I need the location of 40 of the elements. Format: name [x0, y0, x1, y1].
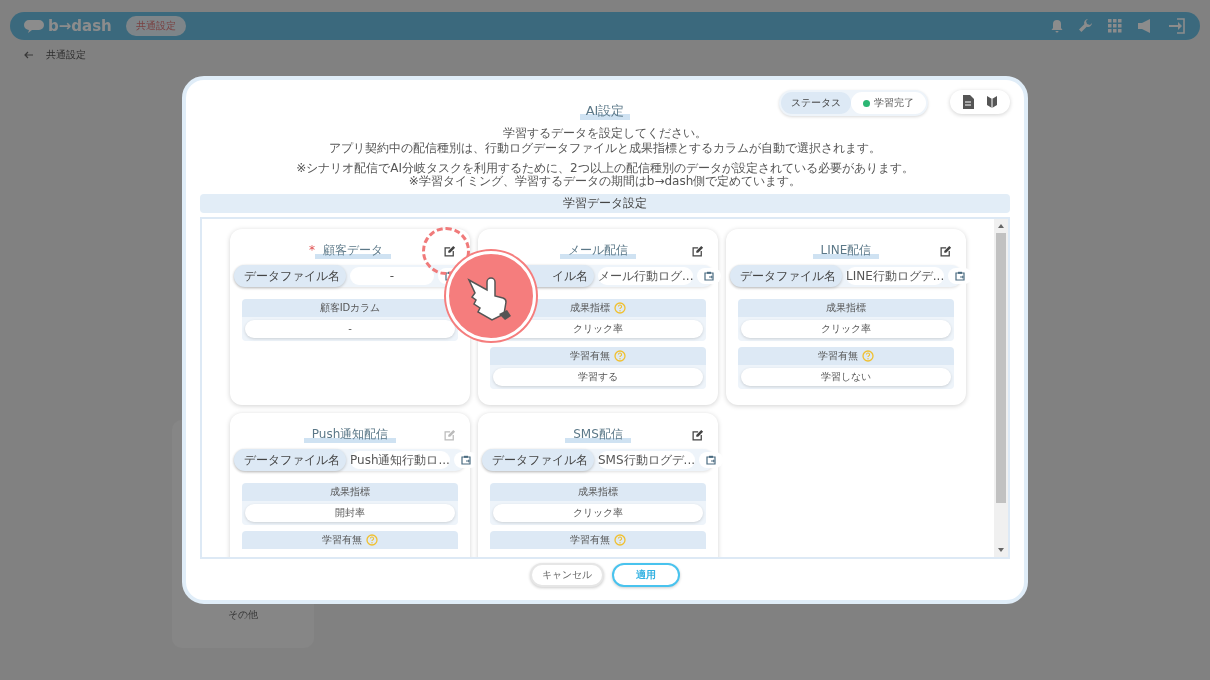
description-text: アプリ契約中の配信種別は、行動ログデータファイルと成果指標とするカラムが自動で選択されます。	[328, 141, 882, 156]
file-name-field: LINE行動ログデ...	[846, 267, 945, 285]
select-field[interactable]: 学習しない	[741, 368, 951, 386]
select-field[interactable]: 開封率	[245, 504, 455, 522]
note-text: ※学習タイミング、学習するデータの期間はb→dash側で定めています。	[408, 175, 803, 188]
required-mark: *	[309, 243, 315, 257]
card-title: Push通知配信	[303, 425, 397, 443]
file-name-field: メール行動ログ...	[598, 267, 694, 285]
select-field[interactable]: -	[245, 320, 455, 338]
field-label: 学習有無	[570, 533, 610, 547]
file-name-field: SMS行動ログデ...	[598, 451, 696, 469]
card-title: メール配信	[560, 241, 636, 259]
cancel-button[interactable]: キャンセル	[530, 562, 604, 587]
file-name-field: Push通知行動ロ...	[350, 451, 450, 469]
file-label: データファイル名	[730, 265, 842, 287]
section-header: 学習データ設定	[200, 194, 1010, 213]
dialog-title: AI設定	[579, 102, 631, 120]
field-label: 成果指標	[826, 301, 866, 315]
field-label: 成果指標	[330, 485, 370, 499]
file-label: データファイル名	[234, 265, 346, 287]
field-label: 顧客IDカラム	[319, 301, 381, 315]
field-label: 成果指標	[570, 301, 610, 315]
note-text: ※シナリオ配信でAI分岐タスクを利用するために、2つ以上の配信種別のデータが設定されている必要があります。	[295, 162, 915, 175]
field-label: 学習有無	[818, 349, 858, 363]
field-label: 成果指標	[578, 485, 618, 499]
status-label: ステータス	[781, 92, 851, 114]
file-name-field: -	[350, 267, 434, 285]
field-label: 学習有無	[570, 349, 610, 363]
select-field[interactable]: クリック率	[493, 504, 703, 522]
field-label: 学習有無	[322, 533, 362, 547]
file-label: データファイル名	[482, 449, 594, 471]
card-title: SMS配信	[565, 425, 631, 443]
select-field[interactable]: クリック率	[741, 320, 951, 338]
card-title: LINE配信	[812, 241, 880, 259]
description-text: 学習するデータを設定してください。	[502, 126, 708, 141]
select-field[interactable]: 学習する	[493, 368, 703, 386]
status-text: 学習完了	[874, 96, 914, 110]
breadcrumb[interactable]: 共通設定	[46, 48, 86, 62]
file-label: データファイル名	[234, 449, 346, 471]
card-title: 顧客データ	[315, 241, 391, 259]
